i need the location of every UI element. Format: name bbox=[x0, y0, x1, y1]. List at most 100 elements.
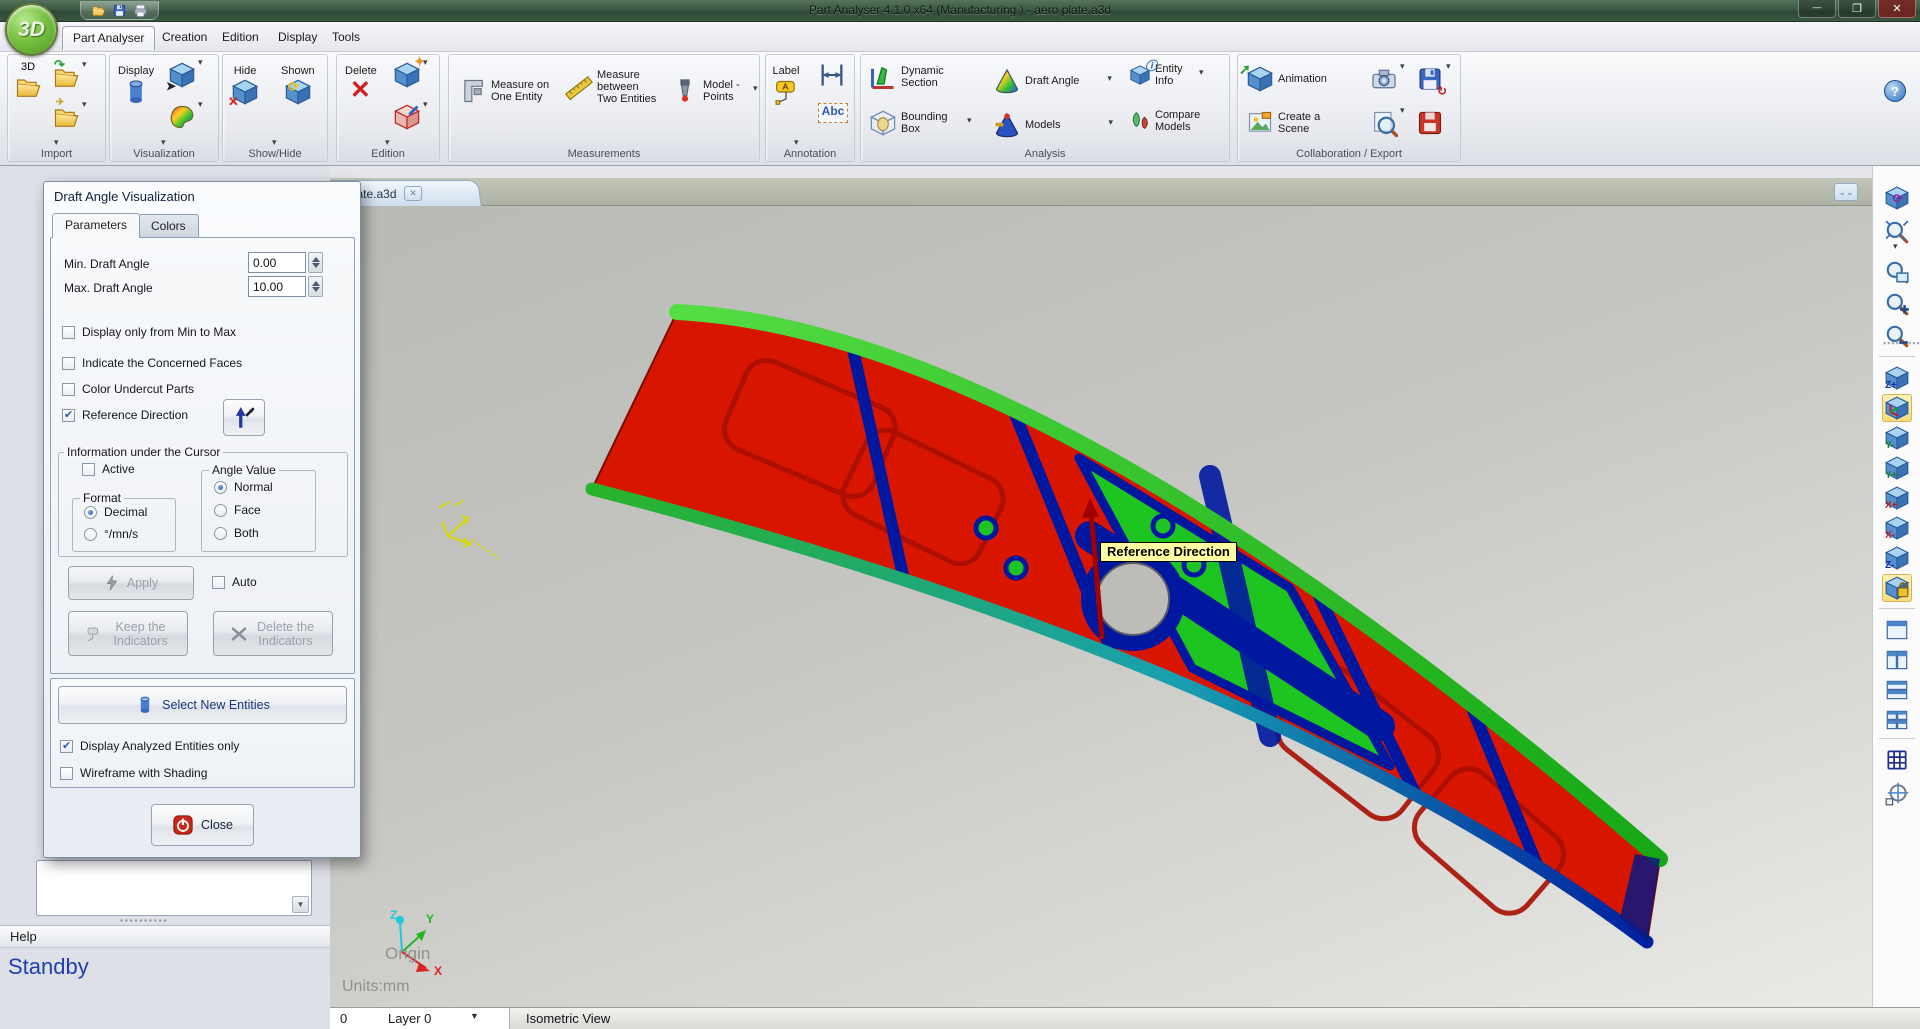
tab-colors[interactable]: Colors bbox=[138, 214, 199, 237]
dropdown-icon[interactable] bbox=[82, 63, 90, 71]
rotation-lock-icon[interactable] bbox=[1882, 574, 1912, 602]
color-button[interactable] bbox=[168, 103, 206, 131]
checkbox-icon[interactable] bbox=[82, 463, 95, 476]
tab-display[interactable]: Display bbox=[268, 26, 327, 50]
min-draft-spinner[interactable] bbox=[308, 252, 323, 273]
checkbox-display-analyzed[interactable]: Display Analyzed Entities only bbox=[60, 739, 239, 753]
checkbox-concerned-faces[interactable]: Indicate the Concerned Faces bbox=[62, 356, 242, 370]
export-button[interactable] bbox=[1416, 109, 1444, 142]
save-copy-button[interactable]: ↻ bbox=[1416, 65, 1454, 93]
dropdown-icon[interactable] bbox=[967, 119, 975, 127]
radio-icon[interactable] bbox=[214, 504, 227, 517]
checkbox-undercut[interactable]: Color Undercut Parts bbox=[62, 382, 194, 396]
dropdown-icon[interactable] bbox=[1107, 77, 1115, 85]
transform-button[interactable]: ✦ bbox=[393, 61, 431, 89]
entity-info-button[interactable]: ⓘ Entity Info bbox=[1129, 63, 1207, 87]
layout-four-icon[interactable] bbox=[1882, 706, 1912, 734]
application-menu-button[interactable]: 3D bbox=[5, 3, 58, 56]
radio-dec[interactable]: Decimal bbox=[84, 505, 147, 519]
label-button[interactable]: Label bbox=[772, 65, 800, 106]
close-tab-icon[interactable]: ✕ bbox=[404, 186, 422, 201]
help-icon[interactable]: ? bbox=[1884, 80, 1906, 102]
dropdown-icon[interactable] bbox=[1108, 121, 1116, 129]
close-button[interactable]: Close bbox=[151, 804, 254, 846]
dropdown-icon[interactable] bbox=[198, 103, 206, 111]
tab-parameters[interactable]: Parameters bbox=[52, 213, 140, 238]
dimension-button[interactable] bbox=[818, 61, 846, 94]
display-button[interactable]: Display bbox=[118, 65, 154, 106]
delete-indicators-button[interactable]: Delete the Indicators bbox=[213, 611, 333, 656]
zoom-window-icon[interactable] bbox=[1882, 258, 1912, 286]
measure-one-entity-button[interactable]: Measure on One Entity bbox=[459, 77, 555, 105]
restore-button[interactable] bbox=[1838, 0, 1876, 18]
model-points-button[interactable]: Model - Points bbox=[671, 77, 761, 105]
radio-icon[interactable] bbox=[84, 528, 97, 541]
grid-icon[interactable] bbox=[1882, 746, 1912, 774]
checkbox-icon[interactable] bbox=[212, 576, 225, 589]
min-draft-input[interactable] bbox=[248, 252, 306, 273]
dropdown-icon[interactable] bbox=[198, 61, 206, 69]
zoom-dropdown-icon[interactable] bbox=[1882, 244, 1912, 254]
tab-tools[interactable]: Tools bbox=[322, 26, 370, 50]
checkbox-reference-direction[interactable]: Reference Direction bbox=[62, 408, 188, 422]
checkbox-min-max[interactable]: Display only from Min to Max bbox=[62, 325, 236, 339]
history-list[interactable]: ▼ bbox=[36, 860, 312, 916]
apply-button[interactable]: Apply bbox=[68, 566, 194, 600]
dropdown-icon[interactable] bbox=[1400, 65, 1408, 73]
compare-models-button[interactable]: Compare Models bbox=[1129, 109, 1213, 133]
edit-entity-button[interactable] bbox=[393, 103, 431, 131]
regenerate-icon[interactable]: ⟳ bbox=[1882, 184, 1912, 212]
layout-two-vertical-icon[interactable] bbox=[1882, 646, 1912, 674]
checkbox-icon[interactable] bbox=[62, 326, 75, 339]
checkbox-icon[interactable] bbox=[62, 383, 75, 396]
hide-button[interactable]: Hide ✕ bbox=[231, 65, 259, 106]
keep-indicators-button[interactable]: Keep the Indicators bbox=[68, 611, 188, 656]
open-3d-button[interactable]: 3D bbox=[14, 61, 42, 101]
view-z-minus-icon[interactable]: Z- bbox=[1882, 544, 1912, 572]
tab-part-analyser[interactable]: Part Analyser bbox=[62, 26, 155, 50]
zoom-out-icon[interactable] bbox=[1882, 322, 1912, 350]
dynamic-section-button[interactable]: Dynamic Section bbox=[869, 63, 963, 91]
animation-button[interactable]: ➚ Animation bbox=[1246, 65, 1327, 93]
text-annotation-button[interactable]: Abc bbox=[818, 103, 848, 123]
dropdown-icon[interactable] bbox=[1199, 71, 1207, 79]
checkbox-icon[interactable] bbox=[62, 357, 75, 370]
radio-face[interactable]: Face bbox=[214, 503, 261, 517]
max-draft-input[interactable] bbox=[248, 276, 306, 297]
view-isometric-icon[interactable] bbox=[1882, 394, 1912, 422]
max-draft-spinner[interactable] bbox=[308, 276, 323, 297]
tab-edition[interactable]: Edition bbox=[212, 26, 269, 50]
bounding-box-button[interactable]: Bounding Box bbox=[869, 109, 975, 137]
draft-angle-button[interactable]: Draft Angle bbox=[993, 67, 1115, 95]
delete-button[interactable]: Delete ✕ bbox=[345, 65, 377, 106]
measure-two-entities-button[interactable]: Measure between Two Entities bbox=[565, 69, 663, 105]
create-scene-button[interactable]: Create a Scene bbox=[1246, 109, 1330, 137]
models-analysis-button[interactable]: Models bbox=[993, 111, 1116, 139]
tab-creation[interactable]: Creation bbox=[152, 26, 217, 50]
close-window-button[interactable] bbox=[1878, 0, 1916, 18]
shown-button[interactable]: Shown ⟳ bbox=[281, 65, 315, 106]
collapse-chevron-icon[interactable]: ⌄⌄ bbox=[1834, 183, 1858, 201]
zoom-in-icon[interactable] bbox=[1882, 290, 1912, 318]
view-x-minus-icon[interactable]: X- bbox=[1882, 514, 1912, 542]
checkbox-active[interactable]: Active bbox=[82, 462, 135, 476]
checkbox-icon[interactable] bbox=[60, 740, 73, 753]
checkbox-icon[interactable] bbox=[60, 767, 73, 780]
import-recent-button[interactable]: ↷ bbox=[52, 63, 90, 91]
layout-single-icon[interactable] bbox=[1882, 616, 1912, 644]
layout-two-horizontal-icon[interactable] bbox=[1882, 676, 1912, 704]
radio-dms[interactable]: °/mn/s bbox=[84, 527, 138, 541]
dropdown-icon[interactable] bbox=[1446, 65, 1454, 73]
layer-dropdown-icon[interactable]: ▼ bbox=[470, 1011, 479, 1021]
snapshot-button[interactable] bbox=[1370, 65, 1408, 93]
print-preview-button[interactable] bbox=[1370, 109, 1408, 137]
scroll-down-icon[interactable]: ▼ bbox=[292, 896, 309, 913]
checkbox-auto[interactable]: Auto bbox=[212, 575, 257, 589]
dropdown-icon[interactable] bbox=[1400, 109, 1408, 117]
dropdown-icon[interactable] bbox=[753, 87, 761, 95]
view-z-plus-icon[interactable]: Z+ bbox=[1882, 364, 1912, 392]
radio-icon[interactable] bbox=[84, 506, 97, 519]
viewport-3d[interactable]: Reference Direction Z Y X Origin Units:m… bbox=[330, 206, 1872, 1007]
dropdown-icon[interactable] bbox=[82, 103, 90, 111]
radio-icon[interactable] bbox=[214, 527, 227, 540]
